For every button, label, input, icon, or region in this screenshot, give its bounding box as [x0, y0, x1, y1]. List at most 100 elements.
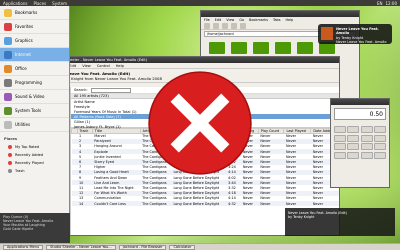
place-top-rated[interactable]: My Top Rated [0, 143, 69, 151]
menu-tabs[interactable]: Tabs [273, 18, 281, 22]
playlist-icon [8, 161, 12, 165]
places-menu[interactable]: Places [33, 1, 46, 6]
calc-key[interactable] [360, 143, 373, 150]
calc-key[interactable] [374, 134, 386, 142]
place-trash[interactable]: Trash [0, 167, 69, 175]
table-row[interactable]: 14 Couldn't Care Less The Cardigans Long Go… [71, 200, 339, 207]
menu-help[interactable]: Help [116, 64, 124, 68]
now-playing-notification[interactable]: Never Leave You Feat. Amollo by Tenby Kn… [318, 24, 392, 44]
taskbar-button[interactable]: Studio Sheeler - Never Leave You... [46, 244, 116, 250]
menu-bookmarks[interactable]: Bookmarks [249, 18, 268, 22]
queue-item[interactable]: Gold Cade Hipelle [3, 227, 67, 231]
calc-key[interactable] [347, 143, 360, 150]
calculator-titlebar[interactable] [331, 99, 389, 105]
notification-line: Never Leave You Feat. Amollo [336, 40, 387, 45]
programming-icon [4, 78, 12, 87]
table-cell: 14 [77, 200, 93, 207]
applications-menu[interactable]: Applications [3, 1, 27, 6]
up-icon[interactable] [222, 23, 228, 29]
place-recently-added[interactable]: Recently Added [0, 151, 69, 159]
system-menu[interactable]: System [52, 1, 67, 6]
menu-control[interactable]: Control [97, 64, 110, 68]
back-icon[interactable] [204, 23, 210, 29]
folder-icon[interactable] [253, 42, 269, 54]
taskbar-button[interactable]: Applications Menu [3, 244, 44, 250]
calculator-keypad [331, 123, 389, 162]
menu-item-bookmarks[interactable]: Bookmarks [0, 6, 69, 20]
taskbar-button[interactable]: Calculator [169, 244, 196, 250]
reload-icon[interactable] [231, 23, 237, 29]
places-heading: Places [4, 137, 17, 141]
place-recently-played[interactable]: Recently Played [0, 159, 69, 167]
menu-item-graphics[interactable]: Graphics [0, 34, 69, 48]
utilities-icon [4, 120, 12, 129]
calc-key[interactable] [360, 134, 373, 142]
folder-icon[interactable] [275, 42, 291, 54]
menu-go[interactable]: Go [239, 18, 244, 22]
keyboard-indicator[interactable]: EN [377, 1, 383, 6]
internet-icon [4, 50, 12, 59]
notification-title: Never Leave You Feat. Amollo [336, 27, 379, 36]
calc-key[interactable] [334, 134, 346, 142]
menu-view[interactable]: View [82, 64, 91, 68]
calc-key[interactable] [374, 126, 386, 133]
calculator-display: 0.50 [334, 108, 386, 120]
calc-key[interactable] [334, 143, 346, 150]
table-cell: Lead Me Into The Night [94, 185, 134, 190]
track-tooltip: Never Leave You Feat. Amollo (Edit) by T… [285, 208, 395, 236]
table-cell: Couldn't Care Less [92, 200, 141, 207]
error-x-icon [148, 71, 252, 175]
menu-edit[interactable]: Edit [215, 18, 222, 22]
play-queue-panel: Play Queue (0) Never Leave You Feat. Amo… [0, 213, 70, 243]
table-cell: Never [310, 200, 339, 207]
menu-item-office[interactable]: Office [0, 62, 69, 76]
menu-edit[interactable]: Edit [69, 64, 76, 68]
search-label: Search: [74, 88, 88, 92]
table-cell: The Cardigans [140, 180, 172, 186]
table-cell: Never [240, 200, 259, 207]
sound-video-icon [4, 92, 12, 101]
system-tools-icon [4, 106, 12, 115]
calc-key[interactable] [360, 151, 373, 159]
clock[interactable]: 12:00 [385, 1, 397, 6]
menu-item-programming[interactable]: Programming [0, 76, 69, 90]
table-cell: 4:32 [226, 200, 241, 207]
menu-item-system-tools[interactable]: System Tools [0, 104, 69, 118]
table-cell: Never [283, 200, 311, 207]
playlist-icon [8, 153, 12, 157]
menu-item-utilities[interactable]: Utilities [0, 118, 69, 132]
album-art-icon [321, 27, 334, 40]
calc-key[interactable] [334, 151, 346, 159]
calc-key[interactable] [374, 151, 386, 159]
calc-key[interactable] [347, 134, 360, 142]
folder-icon[interactable] [209, 42, 225, 54]
tooltip-artist: by Tenby Knight [288, 215, 315, 219]
taskbar-button[interactable]: jachnord - File Browser [118, 244, 167, 250]
calc-key[interactable] [334, 126, 346, 133]
bottom-panel: Applications Menu Studio Sheeler - Never… [0, 243, 400, 250]
menu-item-internet[interactable]: Internet [0, 48, 69, 62]
trash-icon [8, 169, 12, 173]
search-input[interactable] [90, 87, 131, 93]
table-cell: Long Gone Before Daylight [173, 185, 220, 190]
bookmarks-icon [4, 8, 12, 17]
calc-key[interactable] [347, 151, 360, 159]
calc-key[interactable] [374, 143, 386, 150]
menu-item-favorites[interactable]: Favorites [0, 20, 69, 34]
menu-view[interactable]: View [226, 18, 234, 22]
office-icon [4, 64, 12, 73]
folder-icon[interactable] [231, 42, 247, 54]
table-cell: Long Gone Before Daylight [171, 190, 227, 196]
home-icon[interactable] [240, 23, 246, 29]
calculator-window: 0.50 [330, 98, 390, 188]
menu-item-sound-video[interactable]: Sound & Video [0, 90, 69, 104]
forward-icon[interactable] [213, 23, 219, 29]
table-cell: The Cardigans [140, 200, 172, 207]
folder-icon[interactable] [297, 42, 313, 54]
calc-key[interactable] [360, 126, 373, 133]
table-cell: Long Gone Before Daylight [171, 200, 227, 207]
calc-key[interactable] [347, 126, 360, 133]
system-tray: EN 12:00 [377, 1, 397, 6]
menu-help[interactable]: Help [285, 18, 293, 22]
menu-file[interactable]: File [204, 18, 210, 22]
